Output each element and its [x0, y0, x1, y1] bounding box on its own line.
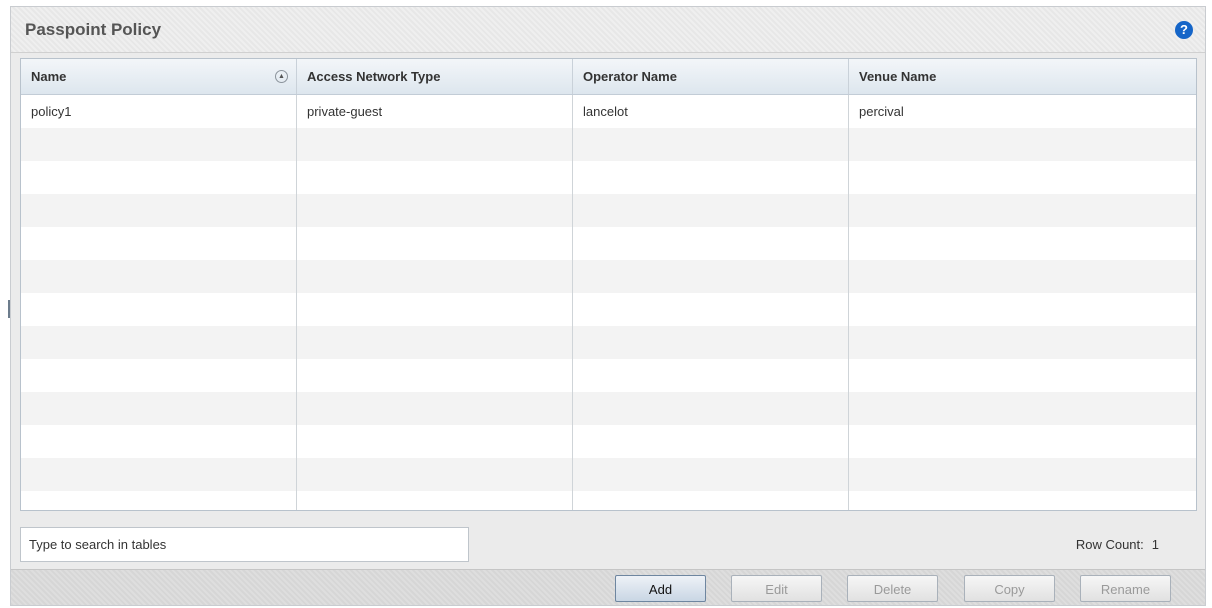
table-header: Name ▲ Access Network Type Operator Name…	[21, 59, 1196, 95]
table-body: policy1 private-guest lancelot percival	[21, 95, 1196, 510]
row-count-value: 1	[1151, 537, 1159, 552]
empty-row	[21, 161, 1196, 194]
empty-row	[21, 128, 1196, 161]
empty-row	[21, 326, 1196, 359]
panel-title-bar: Passpoint Policy ?	[11, 7, 1205, 53]
table-search-input[interactable]	[20, 527, 469, 562]
edit-button[interactable]: Edit	[731, 575, 822, 602]
empty-row	[21, 491, 1196, 510]
cell-name: policy1	[21, 95, 297, 128]
empty-row	[21, 227, 1196, 260]
help-icon[interactable]: ?	[1175, 21, 1193, 39]
policy-table: Name ▲ Access Network Type Operator Name…	[20, 58, 1197, 511]
empty-row	[21, 425, 1196, 458]
empty-row	[21, 293, 1196, 326]
cell-operator-name: lancelot	[573, 95, 849, 128]
column-header-venue-name[interactable]: Venue Name	[849, 59, 1196, 94]
add-button[interactable]: Add	[615, 575, 706, 602]
sort-ascending-icon[interactable]: ▲	[275, 70, 288, 83]
cell-venue-name: percival	[859, 104, 904, 119]
empty-row	[21, 458, 1196, 491]
cell-access-network-type: private-guest	[297, 95, 573, 128]
panel-title: Passpoint Policy	[25, 20, 162, 39]
copy-button[interactable]: Copy	[964, 575, 1055, 602]
empty-row	[21, 392, 1196, 425]
table-row[interactable]: policy1 private-guest lancelot percival	[21, 95, 1196, 128]
column-header-access-network-type[interactable]: Access Network Type	[297, 59, 573, 94]
passpoint-policy-panel: Passpoint Policy ? Name ▲ Access Network…	[10, 6, 1206, 606]
row-count-label: Row Count:	[1075, 537, 1144, 552]
empty-row	[21, 359, 1196, 392]
empty-row	[21, 260, 1196, 293]
rename-button[interactable]: Rename	[1080, 575, 1171, 602]
action-bar: Add Edit Delete Copy Rename	[11, 569, 1205, 605]
column-header-name[interactable]: Name ▲	[21, 59, 297, 94]
delete-button[interactable]: Delete	[847, 575, 938, 602]
empty-row	[21, 194, 1196, 227]
row-count: Row Count: 1	[1076, 537, 1159, 552]
column-header-operator-name[interactable]: Operator Name	[573, 59, 849, 94]
